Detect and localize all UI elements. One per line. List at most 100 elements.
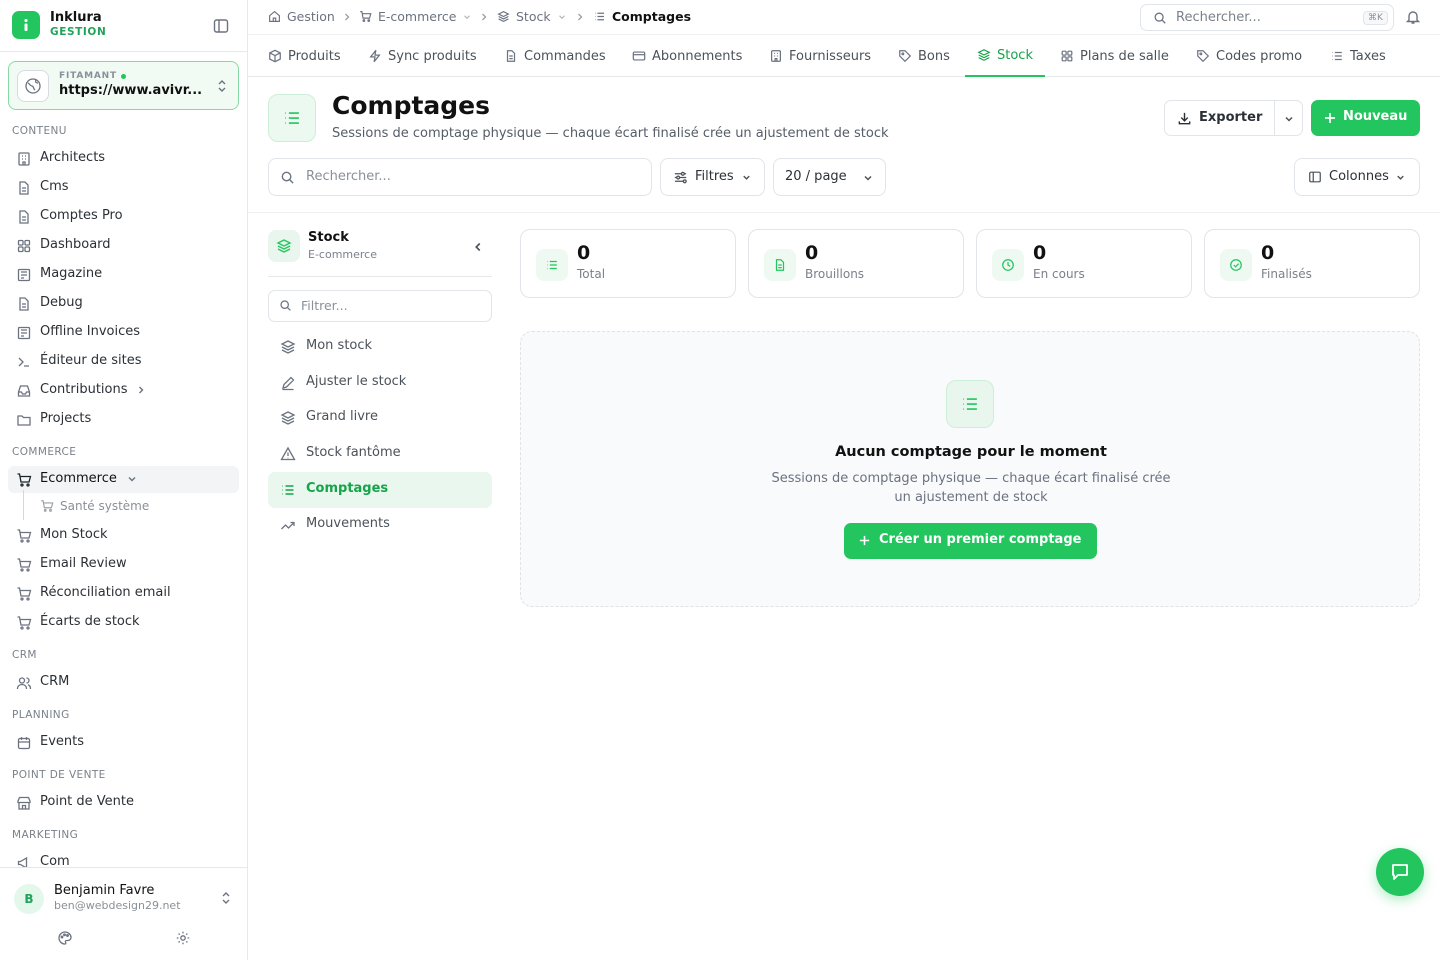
- tag-icon: [898, 49, 912, 63]
- sidebar-item-crm[interactable]: CRM: [8, 669, 239, 696]
- subnav-item-mon-stock[interactable]: Mon stock: [268, 329, 492, 365]
- tab-codes-promo[interactable]: Codes promo: [1196, 35, 1302, 77]
- brand-name: Inklura: [50, 10, 102, 25]
- filters-button[interactable]: Filtres: [660, 158, 765, 196]
- breadcrumb-ecommerce[interactable]: E-commerce: [359, 9, 472, 24]
- global-search-input[interactable]: Rechercher... ⌘K: [1140, 4, 1394, 31]
- export-button[interactable]: Exporter: [1164, 100, 1303, 136]
- stat-label: En cours: [1033, 267, 1085, 281]
- subnav-item-ajuster-le-stock[interactable]: Ajuster le stock: [268, 365, 492, 401]
- subnav-item-mouvements[interactable]: Mouvements: [268, 507, 492, 543]
- sidebar-item-magazine[interactable]: Magazine: [8, 261, 239, 288]
- file-icon: [16, 296, 32, 312]
- credit-card-icon: [632, 49, 646, 63]
- sidebar-item-comptes-pro[interactable]: Comptes Pro: [8, 203, 239, 230]
- sidebar-item-mon-stock[interactable]: Mon Stock: [8, 522, 239, 549]
- subnav-subtitle: E-commerce: [308, 248, 377, 261]
- stat-card-en-cours: 0 En cours: [976, 229, 1192, 298]
- section-commerce: COMMERCE: [12, 446, 77, 458]
- sidebar-item-cms[interactable]: Cms: [8, 174, 239, 201]
- grid-icon: [1060, 49, 1074, 63]
- sidebar-item-ecarts-de-stock[interactable]: Écarts de stock: [8, 609, 239, 636]
- calendar-icon: [16, 735, 32, 751]
- sidebar-item-editeur-de-sites[interactable]: Éditeur de sites: [8, 348, 239, 375]
- section-marketing: MARKETING: [12, 829, 79, 841]
- tab-commandes[interactable]: Commandes: [504, 35, 606, 77]
- sidebar-item-events[interactable]: Events: [8, 729, 239, 756]
- sidebar-item-com[interactable]: Com: [8, 849, 239, 867]
- stat-card-total: 0 Total: [520, 229, 736, 298]
- stat-value: 0: [1261, 242, 1275, 264]
- tab-stock[interactable]: Stock: [965, 35, 1045, 77]
- newspaper-icon: [16, 267, 32, 283]
- pencil-icon: [280, 375, 296, 391]
- breadcrumb-stock[interactable]: Stock: [497, 9, 567, 24]
- file-icon: [16, 209, 32, 225]
- megaphone-icon: [16, 855, 32, 867]
- create-first-count-button[interactable]: Créer un premier comptage: [844, 523, 1097, 559]
- chevron-right-icon: [479, 11, 489, 23]
- sidebar-item-point-de-vente[interactable]: Point de Vente: [8, 789, 239, 816]
- stat-value: 0: [577, 242, 591, 264]
- file-icon: [764, 249, 796, 281]
- subnav-item-grand-livre[interactable]: Grand livre: [268, 400, 492, 436]
- section-planning: PLANNING: [12, 709, 70, 721]
- site-switcher[interactable]: FITAMANT https://www.avivr...: [8, 61, 239, 110]
- breadcrumb-gestion[interactable]: Gestion: [268, 9, 335, 24]
- sidebar-item-offline-invoices[interactable]: Offline Invoices: [8, 319, 239, 346]
- cart-icon: [359, 10, 372, 23]
- cart-icon: [16, 615, 32, 631]
- tab-produits[interactable]: Produits: [268, 35, 341, 77]
- sidebar-item-dashboard[interactable]: Dashboard: [8, 232, 239, 259]
- sidebar-item-debug[interactable]: Debug: [8, 290, 239, 317]
- per-page-select[interactable]: 20 / page: [773, 158, 886, 196]
- site-label: FITAMANT: [59, 71, 126, 81]
- tab-plans-de-salle[interactable]: Plans de salle: [1060, 35, 1169, 77]
- section-point-de-vente: POINT DE VENTE: [12, 769, 106, 781]
- module-tabs: Produits Sync produits Commandes Abonnem…: [248, 35, 1440, 77]
- sidebar-subitem-sante-systeme[interactable]: Santé système: [8, 490, 239, 520]
- columns-button[interactable]: Colonnes: [1294, 158, 1420, 196]
- search-icon: [1153, 11, 1167, 25]
- chevron-right-icon: [342, 11, 352, 23]
- sidebar-item-email-review[interactable]: Email Review: [8, 551, 239, 578]
- chevron-down-icon: [557, 12, 567, 22]
- brand[interactable]: Inklura GESTION: [12, 11, 106, 39]
- layers-icon: [268, 230, 300, 262]
- subnav-item-stock-fantome[interactable]: Stock fantôme: [268, 436, 492, 472]
- plus-icon: [858, 534, 871, 547]
- sidebar-toggle-icon[interactable]: [212, 17, 230, 35]
- zap-icon: [368, 49, 382, 63]
- tab-sync-produits[interactable]: Sync produits: [368, 35, 477, 77]
- sidebar-item-reconciliation-email[interactable]: Réconciliation email: [8, 580, 239, 607]
- chat-icon[interactable]: [1376, 848, 1424, 896]
- cart-icon: [40, 499, 54, 513]
- user-menu[interactable]: B Benjamin Favre ben@webdesign29.net: [14, 882, 238, 916]
- settings-gear-icon[interactable]: [175, 930, 191, 946]
- tab-fournisseurs[interactable]: Fournisseurs: [769, 35, 871, 77]
- file-icon: [16, 180, 32, 196]
- chevron-down-icon[interactable]: [1283, 113, 1295, 125]
- search-input[interactable]: Rechercher...: [268, 158, 652, 196]
- layers-icon: [977, 48, 991, 62]
- tab-bons[interactable]: Bons: [898, 35, 950, 77]
- subnav-item-comptages[interactable]: Comptages: [268, 472, 492, 508]
- bell-icon[interactable]: [1405, 9, 1421, 25]
- grid-icon: [16, 238, 32, 254]
- sidebar-item-architects[interactable]: Architects: [8, 145, 239, 172]
- sidebar-item-ecommerce[interactable]: Ecommerce: [8, 466, 239, 493]
- chevron-left-icon[interactable]: [471, 240, 485, 254]
- tab-abonnements[interactable]: Abonnements: [632, 35, 742, 77]
- divider: [268, 276, 492, 277]
- user-name: Benjamin Favre: [54, 883, 155, 898]
- subnav-filter-input[interactable]: Filtrer...: [268, 290, 492, 322]
- sidebar-item-contributions[interactable]: Contributions: [8, 377, 239, 404]
- columns-icon: [1308, 170, 1322, 184]
- new-button[interactable]: Nouveau: [1311, 100, 1420, 136]
- globe-icon: [17, 70, 49, 102]
- tab-taxes[interactable]: Taxes: [1330, 35, 1386, 77]
- palette-icon[interactable]: [57, 930, 73, 946]
- section-crm: CRM: [12, 649, 37, 661]
- sidebar-item-projects[interactable]: Projects: [8, 406, 239, 433]
- sidebar: Inklura GESTION FITAMANT https://www.avi…: [0, 0, 248, 960]
